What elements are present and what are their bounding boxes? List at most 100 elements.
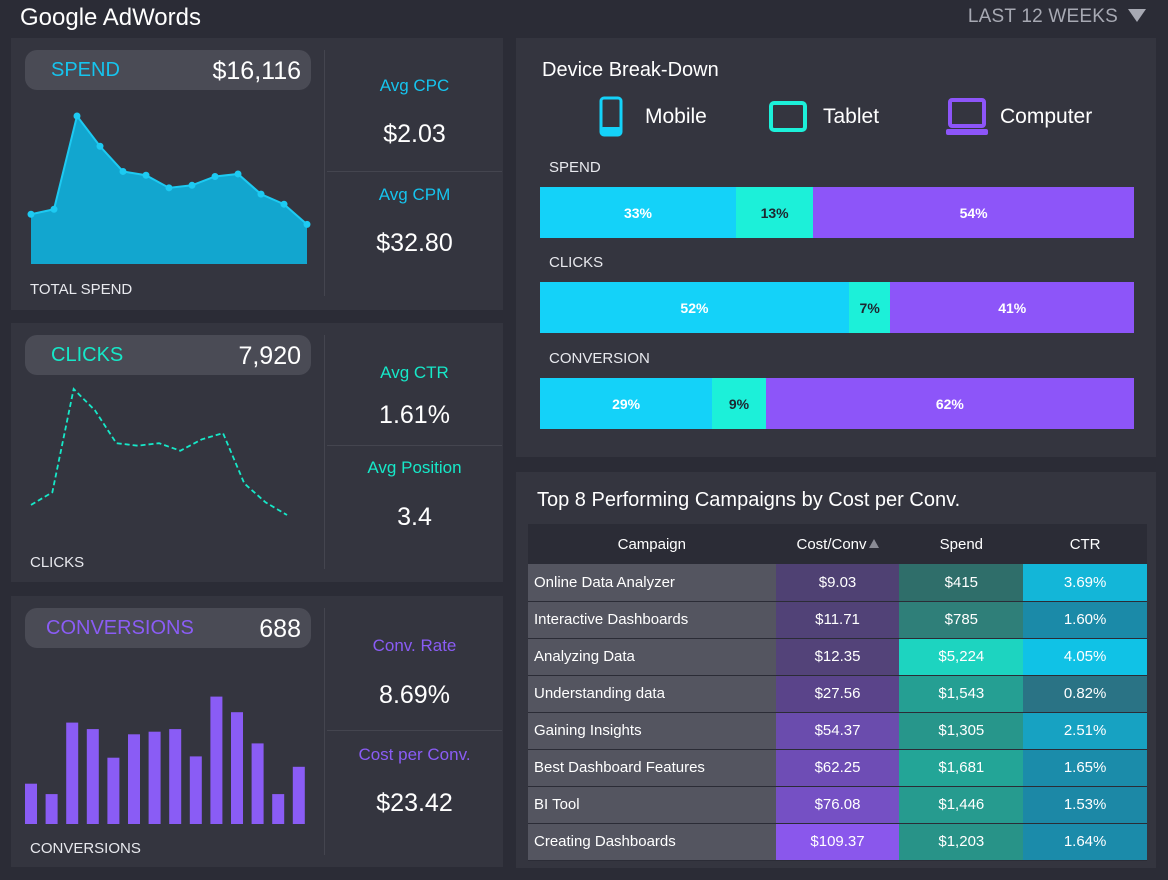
avg-position-value: 3.4	[397, 503, 432, 531]
conversions-kpi-pill: CONVERSIONS 688	[25, 608, 311, 648]
clicks-caption: CLICKS	[30, 554, 85, 571]
cost-per-conv-cell: $12.35	[775, 638, 900, 676]
clicks-divider	[324, 335, 325, 569]
column-header-spend[interactable]: Spend	[899, 524, 1024, 564]
conv-rate-label: Conv. Rate	[372, 636, 457, 655]
spend-cell: $1,543	[899, 675, 1024, 713]
conversions-divider	[324, 608, 325, 855]
campaign-name-cell: Online Data Analyzer	[528, 564, 776, 602]
clicks-mobile-segment: 52%	[540, 282, 849, 333]
clicks-computer-percent: 41%	[998, 299, 1027, 316]
table-header-row: Campaign Cost/Conv Spend CTR	[528, 524, 1147, 564]
table-row[interactable]: Online Data Analyzer $9.03 $415 3.69%	[528, 564, 1147, 602]
spend-point	[73, 112, 81, 120]
campaign-name-cell: Understanding data	[528, 675, 776, 713]
spend-caption: TOTAL SPEND	[30, 281, 133, 298]
app-title: Google AdWords	[20, 4, 201, 31]
conversion-mobile-segment: 29%	[540, 378, 713, 429]
column-header-ctr[interactable]: CTR	[1023, 524, 1147, 564]
legend-computer-label: Computer	[1000, 105, 1093, 128]
ctr-cell: 1.53%	[1023, 786, 1147, 824]
spend-area-chart	[27, 112, 311, 264]
legend-computer: Computer	[945, 96, 1105, 138]
table-row[interactable]: Gaining Insights $54.37 $1,305 2.51%	[528, 712, 1147, 750]
spend-panel: SPEND $16,116 TOTAL SPEND Avg CPC $2.03 …	[11, 38, 503, 310]
conversion-bar	[128, 734, 140, 824]
spend-stat-divider	[327, 171, 502, 172]
conversion-bar	[292, 766, 305, 824]
computer-laptop-icon	[946, 98, 988, 135]
conversion-tablet-percent: 9%	[728, 395, 750, 412]
table-row[interactable]: Analyzing Data $12.35 $5,224 4.05%	[528, 638, 1147, 676]
conversion-bar	[189, 756, 202, 824]
table-row[interactable]: BI Tool $76.08 $1,446 1.53%	[528, 786, 1147, 824]
period-label: LAST 12 WEEKS	[967, 6, 1118, 27]
caret-down-icon	[1128, 9, 1146, 22]
clicks-line	[30, 387, 288, 516]
campaigns-table: Campaign Cost/Conv Spend CTR Online Data…	[528, 524, 1147, 861]
sort-ascending-icon	[868, 538, 879, 548]
legend-tablet-label: Tablet	[823, 105, 880, 128]
ctr-cell: 3.69%	[1023, 564, 1147, 602]
spend-point	[119, 167, 127, 175]
clicks-tablet-segment: 7%	[848, 282, 891, 333]
spend-kpi-value: $16,116	[212, 57, 301, 85]
spend-device-bar: 33% 13% 54%	[540, 187, 1134, 238]
legend-tablet: Tablet	[769, 96, 889, 138]
spend-point	[96, 142, 104, 150]
conversion-mobile-percent: 29%	[612, 395, 641, 412]
clicks-tablet-percent: 7%	[859, 299, 880, 316]
campaign-name-cell: Analyzing Data	[528, 638, 776, 676]
device-breakdown-title: Device Break-Down	[542, 59, 719, 81]
ctr-cell: 0.82%	[1023, 675, 1147, 713]
conversion-bar	[45, 794, 58, 824]
spend-computer-percent: 54%	[959, 204, 988, 221]
conversion-bar	[272, 794, 285, 824]
period-selector[interactable]: LAST 12 WEEKS	[968, 6, 1146, 28]
conversion-bar	[107, 757, 120, 824]
avg-cpc-label: Avg CPC	[379, 76, 450, 95]
spend-tablet-segment: 13%	[736, 187, 814, 238]
cost-per-conv-cell: $62.25	[775, 749, 900, 787]
cost-per-conv-cell: $76.08	[775, 786, 900, 824]
campaign-name-cell: Gaining Insights	[528, 712, 776, 750]
avg-ctr-value: 1.61%	[379, 401, 450, 429]
tablet-icon	[769, 101, 807, 132]
conversion-bar	[66, 722, 79, 824]
cost-per-conv-header-label: Cost/Conv	[796, 535, 867, 553]
conversions-kpi-value: 688	[259, 615, 301, 643]
mobile-phone-icon	[599, 96, 623, 137]
clicks-kpi-value: 7,920	[238, 342, 301, 370]
spend-point	[211, 172, 219, 180]
conversion-bar	[210, 696, 223, 824]
spend-cell: $5,224	[899, 638, 1024, 676]
table-row[interactable]: Best Dashboard Features $62.25 $1,681 1.…	[528, 749, 1147, 787]
campaign-name-cell: Best Dashboard Features	[528, 749, 776, 787]
spend-kpi-pill: SPEND $16,116	[25, 50, 311, 90]
spend-point	[188, 181, 196, 189]
cost-per-conv-value: $23.42	[376, 789, 453, 817]
table-row[interactable]: Interactive Dashboards $11.71 $785 1.60%	[528, 601, 1147, 639]
table-row[interactable]: Creating Dashboards $109.37 $1,203 1.64%	[528, 823, 1147, 861]
campaign-name-cell: BI Tool	[528, 786, 776, 824]
clicks-stat-divider	[327, 445, 502, 446]
spend-tablet-percent: 13%	[760, 204, 789, 221]
table-row[interactable]: Understanding data $27.56 $1,543 0.82%	[528, 675, 1147, 713]
clicks-computer-segment: 41%	[890, 282, 1134, 333]
ctr-cell: 1.65%	[1023, 749, 1147, 787]
conversion-row-label: CONVERSION	[549, 350, 650, 367]
column-header-cost-per-conv[interactable]: Cost/Conv	[775, 524, 900, 564]
spend-point	[257, 190, 265, 198]
spend-point	[27, 210, 35, 218]
spend-point	[142, 171, 150, 179]
spend-computer-segment: 54%	[813, 187, 1134, 238]
spend-divider	[324, 50, 325, 296]
spend-cell: $1,446	[899, 786, 1024, 824]
avg-cpc-value: $2.03	[383, 120, 446, 148]
conversion-computer-segment: 62%	[765, 378, 1134, 429]
column-header-campaign[interactable]: Campaign	[528, 524, 776, 564]
conversions-panel: CONVERSIONS 688 CONVERSIONS Conv. Rate 8…	[11, 596, 503, 867]
spend-cell: $1,305	[899, 712, 1024, 750]
conversion-bar	[169, 729, 182, 824]
clicks-row-label: CLICKS	[549, 254, 604, 271]
